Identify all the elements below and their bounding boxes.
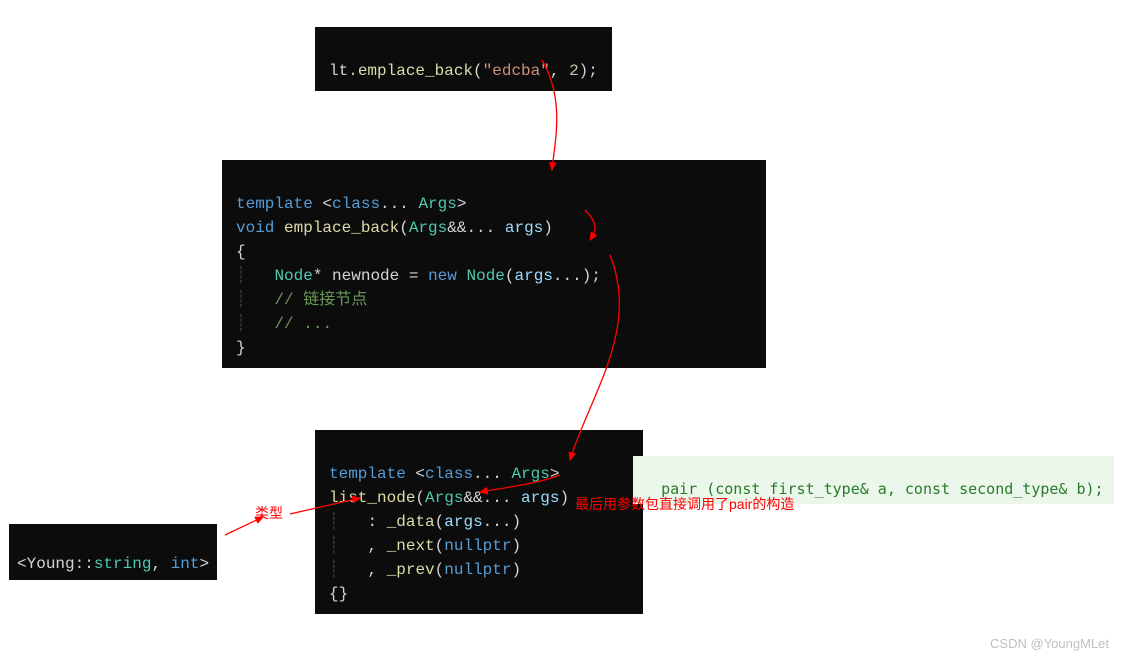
annotation-pair-call: 最后用参数包直接调用了pair的构造 xyxy=(575,494,794,514)
annotation-type: 类型 xyxy=(255,503,283,523)
code-line: ┊ , _prev(nullptr) xyxy=(329,561,521,579)
code-block-list-node: template <class... Args> list_node(Args&… xyxy=(315,430,643,614)
code-line: list_node(Args&&... args) xyxy=(329,489,569,507)
code-line: ┊ : _data(args...) xyxy=(329,513,521,531)
code-line: } xyxy=(236,339,246,357)
code-line: ┊ // ... xyxy=(236,315,332,333)
code-line: {} xyxy=(329,585,348,603)
code-line: ┊ Node* newnode = new Node(args...); xyxy=(236,267,601,285)
code-block-call: lt.emplace_back("edcba", 2); xyxy=(315,27,612,91)
code-block-type: <Young::string, int> xyxy=(9,524,217,580)
code-line: { xyxy=(236,243,246,261)
code-text: lt.emplace_back("edcba", 2); xyxy=(329,62,598,80)
code-block-emplace-back: template <class... Args> void emplace_ba… xyxy=(222,160,766,368)
watermark: CSDN @YoungMLet xyxy=(990,636,1109,651)
code-line: template <class... Args> xyxy=(329,465,559,483)
code-text: <Young::string, int> xyxy=(17,555,209,573)
code-line: ┊ , _next(nullptr) xyxy=(329,537,521,555)
code-line: ┊ // 链接节点 xyxy=(236,291,367,309)
code-line: void emplace_back(Args&&... args) xyxy=(236,219,553,237)
code-line: template <class... Args> xyxy=(236,195,466,213)
